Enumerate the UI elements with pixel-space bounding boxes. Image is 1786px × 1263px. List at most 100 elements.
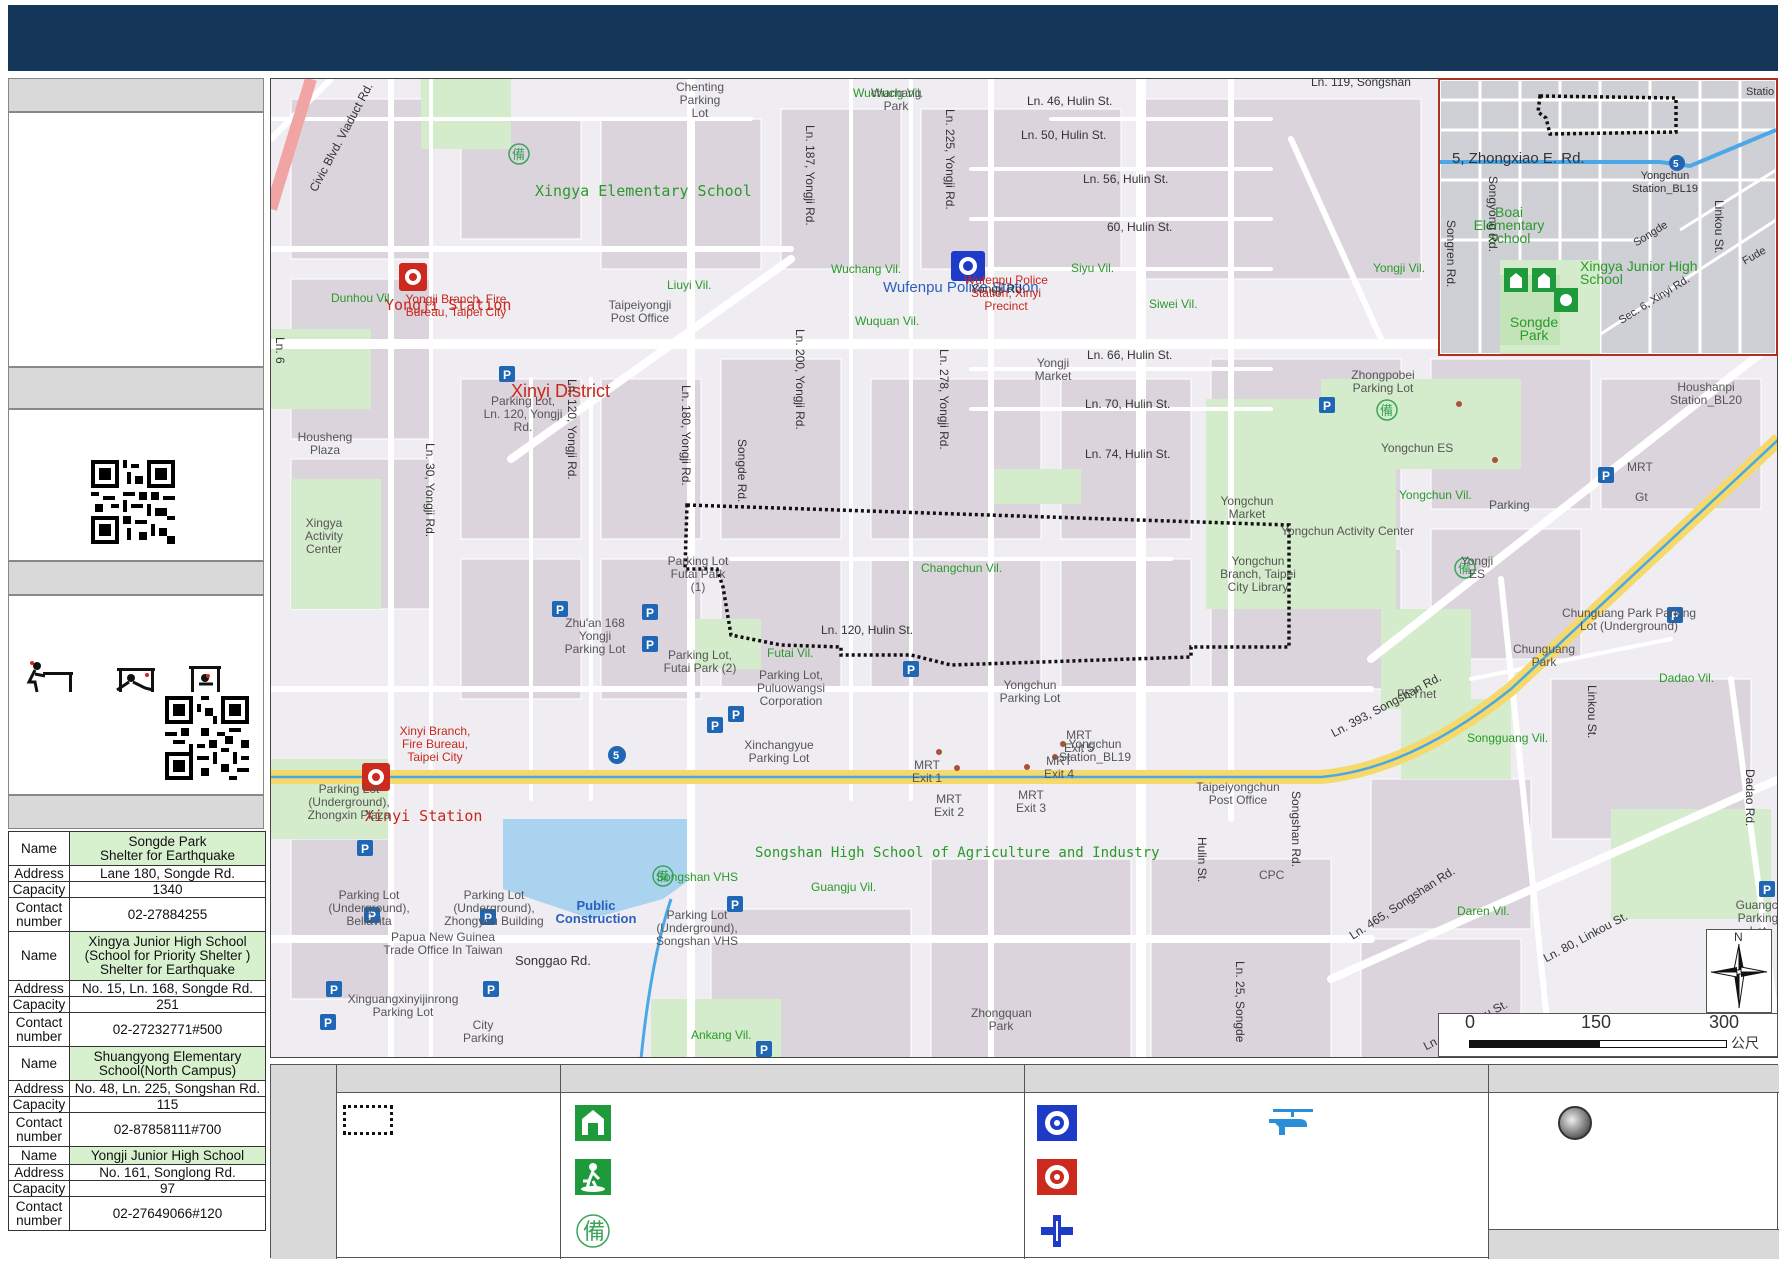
drop-cover-icon — [26, 661, 73, 693]
scale-tick: 300 — [1709, 1012, 1740, 1032]
boundary-box-icon — [343, 1105, 393, 1135]
map-label-facility: Yongchun Activity Center — [1281, 524, 1414, 538]
shelter-row-capacity: Capacity 1340 — [8, 881, 266, 898]
map-label-facility: Yongchun Market — [1220, 494, 1274, 521]
shelter-field-label: Name — [8, 831, 70, 866]
shelter-field-label: Contact number — [8, 1112, 70, 1147]
shelter-table: Name Songde Park Shelter for Earthquake Ad… — [8, 831, 266, 1231]
map-label-road: Ln. 120, Hulin St. — [821, 623, 914, 637]
inset-label-road: Linkou St. — [1712, 200, 1726, 254]
section-header-1 — [8, 78, 264, 112]
title-bar — [8, 5, 1778, 71]
map-label-road: Ln. 70, Hulin St. — [1085, 397, 1171, 411]
svg-text:P: P — [1323, 399, 1331, 413]
svg-text:5: 5 — [613, 750, 619, 762]
section-body-2 — [8, 409, 264, 561]
shelter-field-label: Address — [8, 865, 70, 882]
map-label-road: Ln. 278, Yongji Rd. — [937, 349, 951, 450]
shelter-row-capacity: Capacity 251 — [8, 996, 266, 1013]
svg-text:備: 備 — [583, 1220, 605, 1245]
map-label-road: Ln. 74, Hulin St. — [1085, 447, 1171, 461]
shelter-name: Yongji Junior High School — [69, 1146, 266, 1165]
inset-map[interactable]: 5 5, Zhongxiao E. Rd. Yongchun Station_B… — [1438, 78, 1778, 356]
inset-label-road: 5, Zhongxiao E. Rd. — [1452, 150, 1585, 167]
map-label-facility: Xinguangxinyijinrong Parking Lot — [347, 992, 459, 1019]
map-label-facility: Parking Lot Futai Park (1) — [667, 554, 729, 594]
map-label-facility: Zhongquan Park — [971, 1006, 1032, 1033]
map-label-village: Songguang Vil. — [1467, 731, 1549, 745]
map-label-facility: Yongchun Parking Lot — [999, 678, 1061, 705]
map-label-facility: Parking Lot (Underground), Bellavita — [328, 888, 410, 928]
map-label-road: Ln. 225, Yongji Rd. — [943, 109, 957, 210]
map-label-facility: Parking Lot (Underground), Zhongxin Plaz… — [307, 782, 391, 822]
map-label-facility: Xinchangyue Parking Lot — [744, 738, 814, 765]
map-label-facility: Chunguang Park Parking Lot (Underground) — [1561, 606, 1697, 633]
shelter-field-label: Capacity — [8, 996, 70, 1013]
svg-text:P: P — [732, 708, 740, 722]
map-label-village: Siyu Vil. — [1071, 261, 1115, 275]
shelter-row-name: Name Songde Park Shelter for Earthquake — [8, 831, 266, 866]
section-header-2 — [8, 367, 264, 409]
shelter-capacity: 97 — [69, 1180, 266, 1197]
map-label-village: Yongji Vil. — [1373, 261, 1426, 275]
svg-text:P: P — [711, 719, 719, 733]
section-header-3 — [8, 561, 264, 595]
shelter-row-contact: Contact number 02-27649066#120 — [8, 1196, 266, 1231]
map-label-facility: Wufenpu Police Station, Xinyi Precinct — [964, 273, 1048, 313]
left-panel: Name Songde Park Shelter for Earthquake Ad… — [8, 78, 266, 1258]
map-label-facility: Zhu'an 168 Yongji Parking Lot — [564, 616, 626, 656]
map-label-road: Hulin St. — [1195, 837, 1209, 883]
qr-code-icon[interactable] — [91, 460, 175, 544]
map-label-facility: Parking — [1489, 498, 1530, 512]
map-label-facility: Zhongpobei Parking Lot — [1351, 368, 1415, 395]
shelter-field-label: Contact number — [8, 1196, 70, 1231]
map-label-facility: Xinyi Branch, Fire Bureau, Taipei City — [399, 724, 471, 764]
shelter-row-contact: Contact number 02-27884255 — [8, 897, 266, 932]
svg-text:P: P — [361, 842, 369, 856]
map-label-village: Guangju Vil. — [811, 880, 877, 894]
svg-text:P: P — [324, 1016, 332, 1030]
map-label-facility: Parking Lot, Futai Park (2) — [663, 648, 737, 675]
shelter-row-capacity: Capacity 97 — [8, 1180, 266, 1197]
map-label-school: Songshan High School of Agriculture and … — [755, 845, 1160, 861]
shelter-capacity: 251 — [69, 996, 266, 1013]
map-label-facility: Gt — [1635, 490, 1648, 504]
svg-text:P: P — [330, 983, 338, 997]
take-cover-icon — [116, 668, 155, 692]
inset-label-road: Statio — [1746, 86, 1775, 98]
shelter-row-contact: Contact number 02-27232771#500 — [8, 1012, 266, 1047]
hold-on-icon — [189, 666, 221, 692]
map-label-facility: Papua New Guinea Trade Office In Taiwan — [383, 930, 503, 957]
qr-code-icon-2[interactable] — [165, 696, 249, 780]
svg-text:P: P — [1602, 469, 1610, 483]
shelter-address: Lane 180, Songde Rd. — [69, 865, 266, 882]
inset-label-station: Yongchun Station_BL19 — [1631, 170, 1699, 195]
scale-tick: 0 — [1465, 1012, 1476, 1032]
map-label-mrt-exit: MRT Exit 5 — [1063, 728, 1094, 755]
map-label-facility: MRT — [1627, 460, 1653, 474]
evacuation-site-icon — [575, 1159, 611, 1195]
map-label-village: Changchun Vil. — [921, 561, 1003, 575]
map-label-village: Dunhou Vil. — [331, 291, 393, 305]
map-label-facility: Houshanpi Station_BL20 — [1669, 380, 1743, 407]
map-label-facility: FETnet — [1397, 687, 1437, 701]
legend-col-3 — [1025, 1065, 1489, 1259]
map-label-facility: Taipeiyongchun Post Office — [1196, 780, 1280, 807]
shelter-contact: 02-27232771#500 — [69, 1012, 266, 1047]
shelter-address: No. 161, Songlong Rd. — [69, 1164, 266, 1181]
map-label-road: Ln. 200, Yongji Rd. — [793, 329, 807, 430]
map-label-road: Ln. 187, Yongji Rd. — [803, 125, 817, 226]
shelter-contact: 02-27884255 — [69, 897, 266, 932]
map-label-mrt-exit: MRT Exit 4 — [1043, 754, 1074, 781]
map-label-road: Ln. 56, Hulin St. — [1083, 172, 1169, 186]
shelter-row-address: Address No. 48, Ln. 225, Songshan Rd. — [8, 1080, 266, 1097]
scale-unit: 公尺 — [1731, 1035, 1759, 1051]
map-label-mrt-exit: MRT Exit 2 — [933, 792, 964, 819]
map-label-road: Ln. 46, Hulin St. — [1027, 94, 1113, 108]
svg-text:P: P — [487, 983, 495, 997]
shelter-field-label: Name — [8, 1046, 70, 1081]
map-label-road: Ln. 30, Yongji Rd. — [423, 443, 437, 538]
map-label-school: Yongchun ES — [1381, 441, 1454, 455]
map-label-road: Ln. 25, Songde — [1233, 961, 1247, 1043]
inset-label-park: Songde Park — [1509, 314, 1559, 343]
